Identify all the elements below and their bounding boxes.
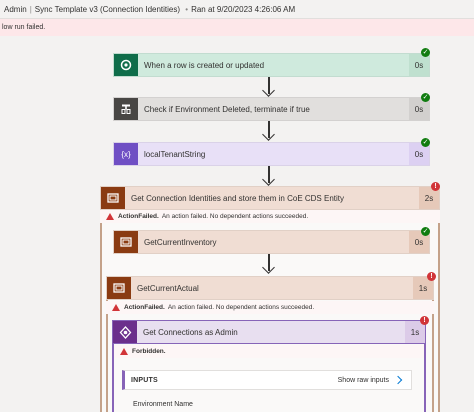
- condition-icon: [114, 98, 138, 120]
- scope-icon: [107, 277, 131, 299]
- step-scope-get-current-actual[interactable]: GetCurrentActual 1s: [106, 276, 434, 300]
- error-label: ActionFailed.: [124, 304, 165, 311]
- flow-name: Sync Template v3 (Connection Identities): [34, 5, 181, 14]
- powerplatform-admin-icon: [113, 321, 137, 343]
- exclamation-icon: !: [427, 272, 436, 281]
- inputs-label: INPUTS: [131, 376, 158, 384]
- step-get-current-inventory[interactable]: GetCurrentInventory 0s: [113, 230, 430, 254]
- error-label: Forbidden.: [132, 348, 166, 355]
- run-timestamp: Ran at 9/20/2023 4:26:06 AM: [191, 5, 296, 14]
- scope-error-row: ActionFailed. An action failed. No depen…: [106, 301, 434, 314]
- show-raw-inputs-link[interactable]: Show raw inputs: [338, 377, 389, 384]
- run-header: Admin | Sync Template v3 (Connection Ident…: [0, 0, 474, 19]
- header-bullet: •: [185, 5, 189, 14]
- scope-icon: [101, 187, 125, 209]
- step-title: Get Connection Identities and store them…: [131, 193, 344, 203]
- step-title: Get Connections as Admin: [143, 327, 238, 337]
- error-label: ActionFailed.: [118, 213, 159, 220]
- step-variable[interactable]: {x} localTenantString 0s: [113, 142, 430, 166]
- step-condition[interactable]: Check if Environment Deleted, terminate …: [113, 97, 430, 121]
- step-get-connections-as-admin[interactable]: Get Connections as Admin 1s: [112, 320, 426, 344]
- scope-error-row: ActionFailed. An action failed. No depen…: [100, 210, 440, 223]
- chevron-right-icon[interactable]: [393, 375, 403, 385]
- step-duration: 0s: [409, 54, 429, 76]
- variable-icon: {x}: [114, 143, 138, 165]
- inputs-section: INPUTS Show raw inputs: [122, 370, 412, 390]
- error-message: An action failed. No dependent actions s…: [167, 304, 315, 311]
- flow-arrow: [262, 121, 276, 143]
- step-title: Check if Environment Deleted, terminate …: [144, 104, 310, 114]
- step-title: GetCurrentInventory: [144, 237, 217, 247]
- breadcrumb-separator: |: [29, 5, 32, 14]
- warning-icon: [106, 213, 114, 220]
- checkmark-icon: ✓: [421, 93, 430, 102]
- step-title: GetCurrentActual: [137, 283, 199, 293]
- warning-icon: [120, 348, 128, 355]
- dataverse-icon: [114, 54, 138, 76]
- flow-arrow: [262, 254, 276, 276]
- warning-icon: [112, 304, 120, 311]
- step-title: localTenantString: [144, 149, 206, 159]
- run-failed-banner: low run failed.: [0, 19, 474, 36]
- step-title: When a row is created or updated: [144, 60, 265, 70]
- step-scope-connection-identities[interactable]: Get Connection Identities and store them…: [100, 186, 440, 210]
- environment-name-label: Environment Name: [133, 401, 193, 408]
- exclamation-icon: !: [420, 316, 429, 325]
- flow-arrow: [262, 77, 276, 99]
- flow-arrow: [262, 166, 276, 188]
- step-trigger[interactable]: When a row is created or updated 0s: [113, 53, 430, 77]
- run-failed-text: low run failed.: [2, 24, 46, 31]
- checkmark-icon: ✓: [421, 138, 430, 147]
- exclamation-icon: !: [431, 182, 440, 191]
- breadcrumb-admin[interactable]: Admin: [4, 5, 27, 14]
- checkmark-icon: ✓: [421, 48, 430, 57]
- action-error-row: Forbidden.: [114, 345, 424, 358]
- scope-icon: [114, 231, 138, 253]
- checkmark-icon: ✓: [421, 227, 430, 236]
- error-message: An action failed. No dependent actions s…: [161, 213, 309, 220]
